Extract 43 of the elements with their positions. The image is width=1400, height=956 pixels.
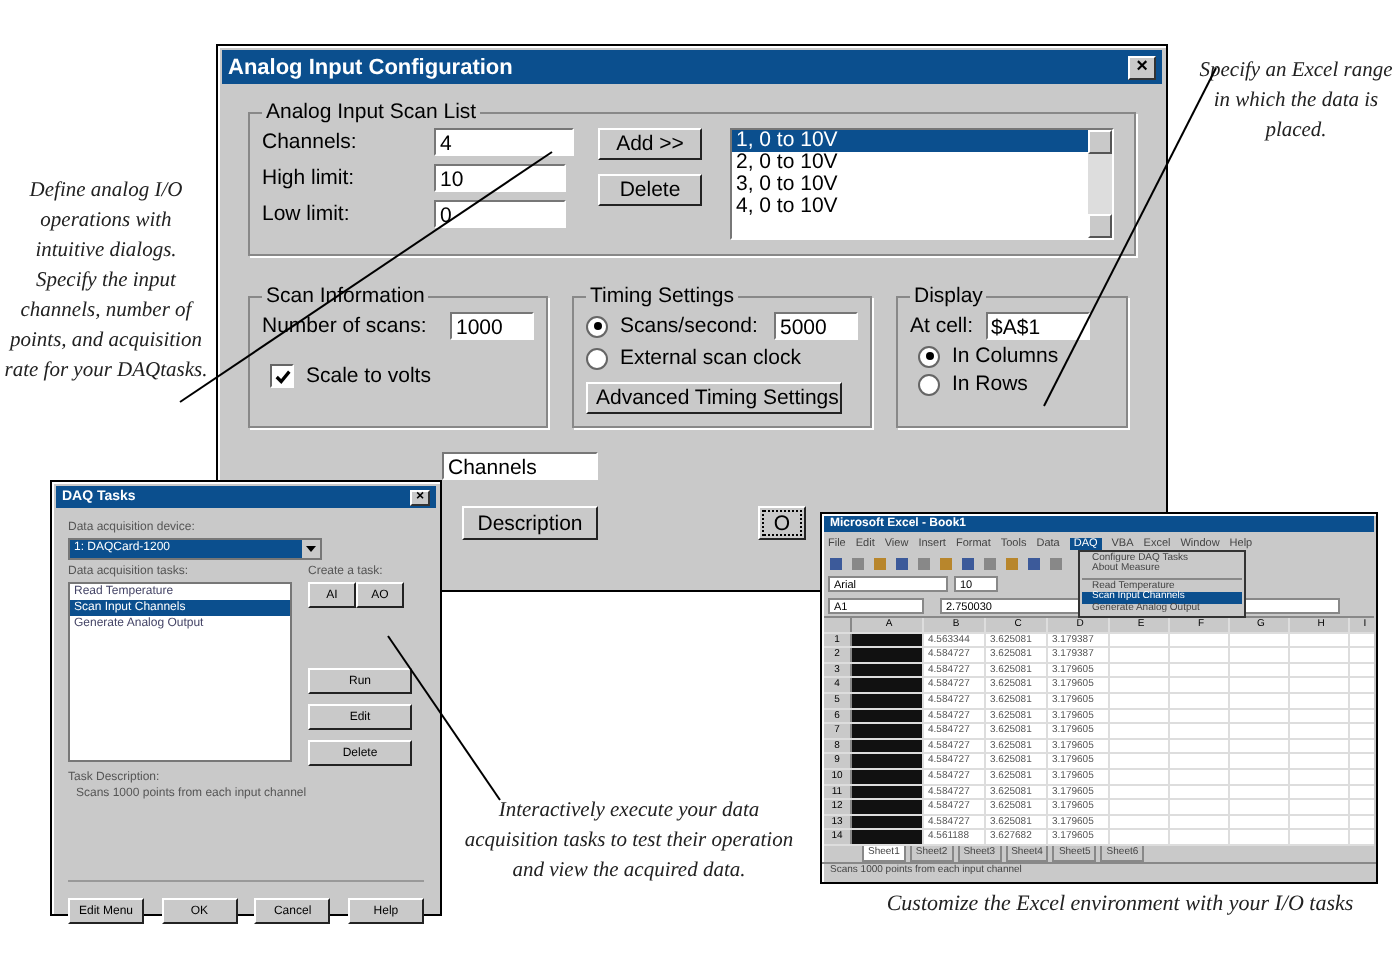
input-field[interactable]: 10 — [434, 164, 566, 192]
radio-button[interactable] — [918, 345, 940, 367]
window-title: Analog Input Configuration — [228, 55, 513, 79]
group-title: Timing Settings — [588, 284, 736, 308]
field-label: Low limit: — [262, 202, 352, 226]
input-field[interactable]: 0 — [434, 200, 566, 228]
channel-list[interactable]: 1, 0 to 10V 2, 0 to 10V 3, 0 to 10V 4, 0 to 10V — [730, 128, 1114, 240]
group-title: Display — [912, 284, 985, 308]
list-item[interactable]: 3, 0 to 10V — [732, 174, 1088, 196]
input-field[interactable]: $A$1 — [985, 312, 1090, 340]
dialog-button[interactable]: Add >> — [598, 128, 702, 160]
checkbox[interactable] — [270, 364, 294, 388]
select-all-corner[interactable] — [824, 618, 852, 632]
input-field[interactable]: 4 — [434, 128, 574, 156]
caption: Define analog I/O operations with intuitive dialogs. Specify the input channels, number of points, and acquisition rate for your DAQtasks. — [4, 178, 208, 386]
checkbox-label: Scale to volts — [306, 364, 433, 388]
group-title: Analog Input Scan List — [264, 100, 479, 124]
list-item[interactable]: 4, 0 to 10V — [732, 196, 1088, 218]
input-field[interactable]: 5000 — [774, 312, 858, 340]
caption: Customize the Excel environment with your I/O tasks — [884, 890, 1356, 920]
caption: Interactively execute your data acquisition tasks to test their operation and view the acquired data. — [464, 798, 794, 886]
field-label: High limit: — [262, 166, 357, 190]
radio-button[interactable] — [586, 315, 608, 337]
caption: Specify an Excel range in which the data is placed. — [1197, 58, 1395, 146]
scrollbar[interactable] — [1088, 130, 1112, 238]
radio-label: Scans/second: — [620, 314, 758, 338]
dialog-button[interactable]: Advanced Timing Settings — [586, 382, 842, 414]
close-button[interactable]: × — [1128, 55, 1156, 79]
field-label: At cell: — [910, 314, 974, 338]
radio-button[interactable] — [918, 373, 940, 395]
dialog-button[interactable]: Delete — [598, 174, 702, 206]
radio-label: In Columns — [952, 344, 1059, 368]
list-item[interactable]: 2, 0 to 10V — [732, 152, 1088, 174]
radio-label: In Rows — [952, 372, 1028, 396]
field-label: Channels: — [262, 130, 359, 154]
dialog-button[interactable]: O — [758, 506, 806, 540]
input-field[interactable]: 1000 — [450, 312, 534, 340]
list-item[interactable]: 1, 0 to 10V — [732, 130, 1088, 152]
dropdown-arrow-icon[interactable] — [302, 540, 320, 558]
input-field[interactable]: Channels — [442, 452, 598, 480]
radio-button[interactable] — [586, 347, 608, 369]
radio-label: External scan clock — [620, 346, 801, 370]
dialog-button[interactable]: Description — [462, 506, 598, 540]
